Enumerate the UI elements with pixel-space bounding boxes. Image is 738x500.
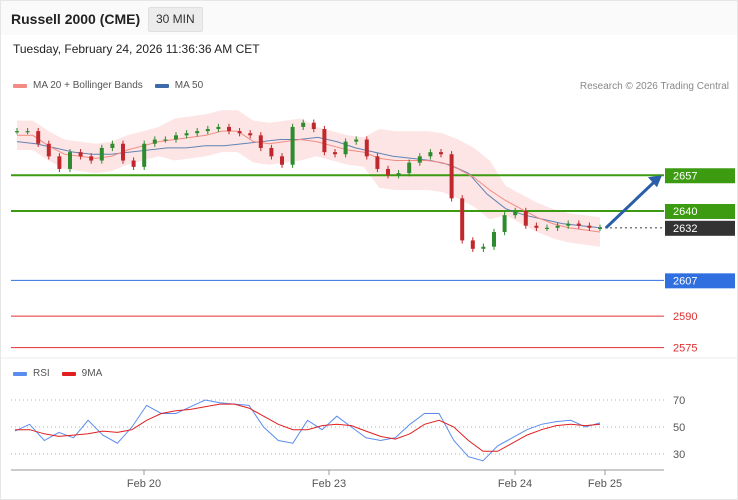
forecast-arrow-shaft <box>604 179 658 229</box>
x-tick-label: Feb 23 <box>312 478 346 490</box>
candle-body <box>523 210 528 226</box>
level-label-2640: 2640 <box>673 206 697 218</box>
candle-body <box>439 152 443 155</box>
candle-body <box>248 133 253 136</box>
level-label-2657: 2657 <box>673 170 697 182</box>
candle-body <box>57 156 62 169</box>
candle-body <box>280 156 284 165</box>
last-price-label: 2632 <box>673 223 697 235</box>
candle-body <box>407 162 412 174</box>
level-label-2590: 2590 <box>673 311 697 323</box>
candle-body <box>555 225 560 228</box>
candle-body <box>587 225 592 228</box>
candle-body <box>205 129 210 132</box>
candle-body <box>386 168 390 176</box>
candle-body <box>110 143 115 148</box>
candle-body <box>78 152 83 157</box>
candle-body <box>25 131 30 133</box>
candle-body <box>36 131 41 144</box>
candle-body <box>15 131 19 133</box>
x-tick-label: Feb 24 <box>498 478 532 490</box>
candle-body <box>417 156 422 163</box>
candle-body <box>375 156 380 169</box>
rsi-tick-30: 30 <box>673 449 685 461</box>
candle-body <box>470 240 475 249</box>
candle-body <box>89 156 94 161</box>
candle-body <box>396 173 401 176</box>
candle-body <box>68 152 72 169</box>
candle-body <box>598 227 602 229</box>
candle-body <box>460 198 465 241</box>
candle-body <box>142 143 147 167</box>
candle-body <box>131 160 136 167</box>
candle-body <box>269 147 274 157</box>
x-tick-label: Feb 25 <box>588 478 622 490</box>
9ma-line <box>15 403 601 452</box>
rsi-line <box>14 399 601 462</box>
candle-body <box>290 126 295 165</box>
candle-body <box>311 122 316 130</box>
candle-body <box>364 139 369 157</box>
candle-body <box>576 223 581 226</box>
candle-body <box>195 131 200 134</box>
candle-body <box>566 223 571 226</box>
bollinger-band <box>17 110 600 247</box>
candle-body <box>174 135 178 140</box>
candle-body <box>237 131 242 134</box>
x-tick-label: Feb 20 <box>127 478 161 490</box>
candle-body <box>46 143 51 157</box>
candle-body <box>152 139 157 144</box>
candle-body <box>449 154 454 199</box>
rsi-tick-50: 50 <box>673 422 685 434</box>
candle-body <box>322 129 327 153</box>
candle-body <box>513 210 518 216</box>
candle-body <box>481 246 486 249</box>
candle-body <box>216 126 221 130</box>
candle-body <box>163 139 168 141</box>
level-label-2575: 2575 <box>673 343 697 355</box>
candle-body <box>301 122 306 127</box>
candle-body <box>428 152 433 157</box>
candle-body <box>184 133 189 136</box>
candle-body <box>343 141 348 155</box>
candle-body <box>534 225 539 228</box>
candle-body <box>333 152 337 155</box>
chart-canvas: 2657 2640 2632 2607 2590 2575 70 50 30 Feb 20 Feb … <box>1 110 737 490</box>
candle-body <box>121 143 125 161</box>
candle-body <box>545 227 549 229</box>
candle-body <box>502 215 507 232</box>
level-label-2607: 2607 <box>673 275 697 287</box>
rsi-tick-70: 70 <box>673 395 685 407</box>
candle-body <box>354 139 359 142</box>
candle-body <box>492 232 496 247</box>
candle-body <box>227 126 231 132</box>
candle-body <box>258 135 263 148</box>
candle-body <box>99 147 104 161</box>
